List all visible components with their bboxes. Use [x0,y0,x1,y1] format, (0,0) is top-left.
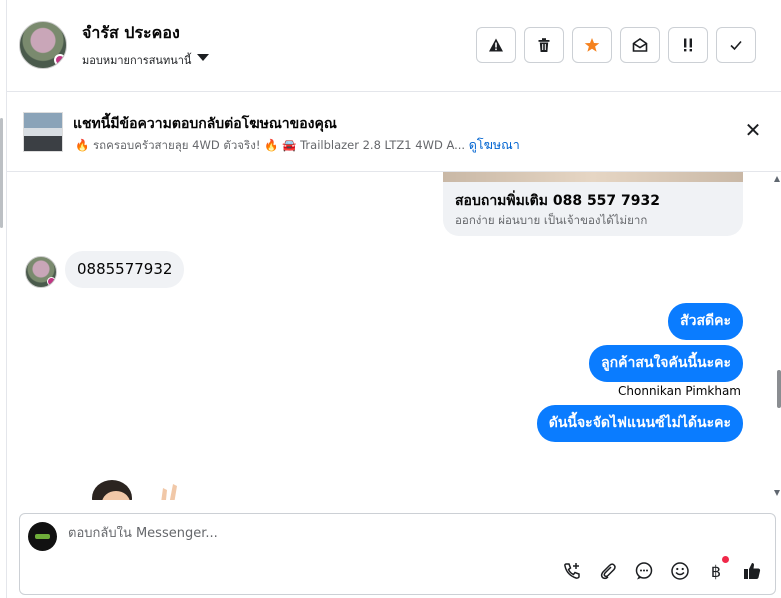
saved-replies-button[interactable] [633,560,655,582]
paperclip-icon [600,563,616,580]
banner-subtitle: 🔥 รถครอบครัวสายลุย 4WD ตัวจริง! 🔥 🚘 Trai… [75,135,520,155]
instagram-badge-icon [54,54,66,66]
sender-name: Chonnikan Pimkham [618,384,741,398]
star-icon [584,38,600,52]
notification-dot [722,556,729,563]
ad-card-subtitle: ออกง่าย ผ่อนบาย เป็นเจ้าของได้ไม่ยาก [455,213,648,227]
attach-button[interactable] [597,560,619,582]
outgoing-message[interactable]: สัวสดีคะ [668,303,743,340]
fire-icon: 🔥 [75,138,90,152]
delete-button[interactable] [524,27,564,63]
header-actions [476,27,756,63]
report-button[interactable] [476,27,516,63]
sticker-image[interactable] [85,470,185,500]
payment-button[interactable]: ฿ [705,556,729,582]
exclamation-icon [684,38,692,52]
close-icon: ✕ [744,118,762,142]
thread-scrollbar[interactable] [773,172,781,500]
close-banner-button[interactable]: ✕ [743,120,763,140]
caret-down-icon [197,53,210,61]
composer-tools: ฿ [561,556,763,582]
message-composer: ฿ [19,513,776,595]
contact-avatar[interactable] [19,21,67,69]
baht-icon: ฿ [710,561,722,581]
thumbs-up-icon [744,563,761,579]
scroll-down-icon[interactable] [774,490,780,496]
chat-bubble-icon [635,562,653,580]
warning-icon [489,38,503,52]
banner-title: แชทนี้มีข้อความตอบกลับต่อโฆษณาของคุณ [73,116,337,132]
ad-card-image [443,172,743,182]
view-ad-link[interactable]: ดูโฆษณา [469,137,520,152]
ad-reply-banner: แชทนี้มีข้อความตอบกลับต่อโฆษณาของคุณ 🔥 ร… [7,93,781,172]
sender-avatar[interactable] [25,256,57,288]
conversation-header: จำรัส ประคอง มอบหมายการสนทนานี้ [7,0,781,92]
ad-card-message[interactable]: สอบถามพิ่มเติม 088 557 7932 ออกง่าย ผ่อน… [443,172,743,236]
ad-card-title: สอบถามพิ่มเติม 088 557 7932 [455,193,661,209]
check-icon [730,40,742,51]
trash-icon [538,38,550,52]
outgoing-message[interactable]: ลูกค้าสนใจคันนี้นะคะ [589,345,743,382]
car-text: Trailblazer 2.8 LTZ1 4WD A... [300,138,466,152]
assign-conversation-dropdown[interactable]: มอบหมายการสนทนานี้ [82,51,210,69]
instagram-badge-icon [47,277,56,286]
scroll-thumb[interactable] [777,370,781,408]
follow-up-button[interactable] [668,27,708,63]
reply-input[interactable] [68,526,668,541]
message-thread[interactable]: สอบถามพิ่มเติม 088 557 7932 ออกง่าย ผ่อน… [7,172,781,500]
assign-label: มอบหมายการสนทนานี้ [82,54,192,67]
envelope-open-icon [632,38,648,52]
outgoing-message[interactable]: ดันนี้จะจัดไฟแนนซ์ไม่ได้นะคะ [536,405,743,442]
scroll-up-icon[interactable] [774,176,780,182]
incoming-message[interactable]: 0885577932 [65,251,185,288]
call-plus-icon [564,563,580,579]
left-scrollbar[interactable] [0,118,3,228]
done-button[interactable] [716,27,756,63]
page-avatar [28,522,57,551]
star-button[interactable] [572,27,612,63]
mark-unread-button[interactable] [620,27,660,63]
emoji-button[interactable] [669,560,691,582]
ad-text: รถครอบครัวสายลุย 4WD ตัวจริง! [92,138,261,152]
left-rail [0,0,7,598]
fire-icon: 🔥 [264,138,279,152]
call-button[interactable] [561,560,583,582]
contact-name[interactable]: จำรัส ประคอง [82,21,180,46]
ad-thumbnail[interactable] [23,112,63,152]
smiley-icon [671,562,689,580]
like-button[interactable] [741,560,763,582]
car-icon: 🚘 [282,138,297,152]
